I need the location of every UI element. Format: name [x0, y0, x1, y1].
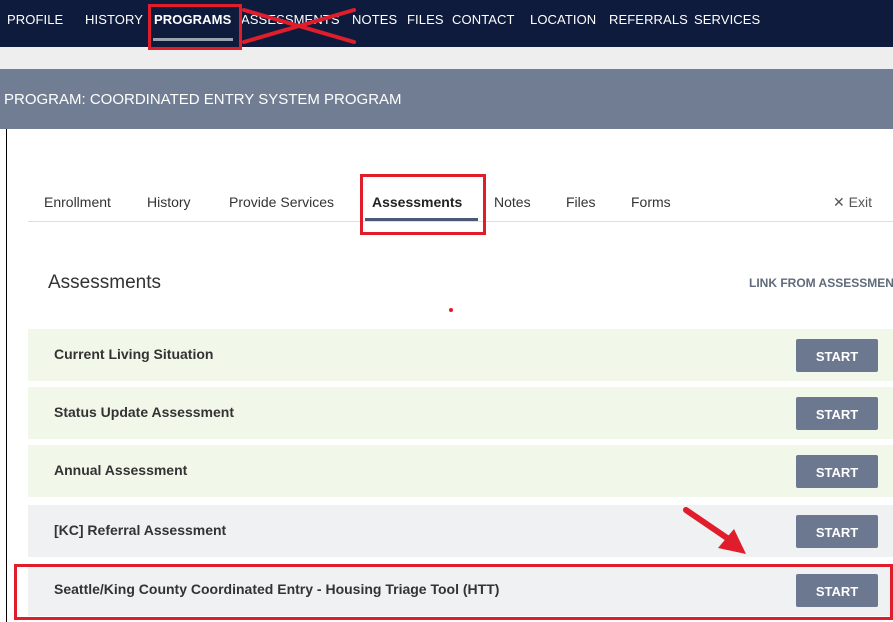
- assessment-name: Status Update Assessment: [54, 404, 234, 420]
- close-icon: ✕: [833, 194, 845, 210]
- top-nav-item-programs[interactable]: PROGRAMS: [154, 12, 231, 27]
- assessment-name: Current Living Situation: [54, 346, 214, 362]
- top-nav-item-referrals[interactable]: REFERRALS: [609, 12, 688, 27]
- top-nav-item-history[interactable]: HISTORY: [85, 12, 143, 27]
- tab-history[interactable]: History: [147, 194, 191, 210]
- tab-forms[interactable]: Forms: [631, 194, 671, 210]
- start-button[interactable]: START: [796, 574, 878, 607]
- assessment-row: Annual Assessment START: [28, 445, 893, 497]
- top-nav-item-assessments[interactable]: ASSESSMENTS: [241, 12, 340, 27]
- tabs-divider: [28, 221, 893, 222]
- assessments-title: Assessments: [48, 272, 161, 293]
- exit-label: Exit: [848, 194, 872, 210]
- assessment-row: Seattle/King County Coordinated Entry - …: [28, 564, 893, 616]
- top-nav-item-profile[interactable]: PROFILE: [7, 12, 63, 27]
- content-left-border: [6, 129, 7, 622]
- tab-provide-services[interactable]: Provide Services: [229, 194, 334, 210]
- start-button[interactable]: START: [796, 397, 878, 430]
- exit-button[interactable]: ✕ Exit: [833, 194, 872, 211]
- assessment-name: Annual Assessment: [54, 462, 188, 478]
- assessment-row: Status Update Assessment START: [28, 387, 893, 439]
- link-from-assessment-link[interactable]: LINK FROM ASSESSMENT: [749, 276, 893, 290]
- top-nav-item-notes[interactable]: NOTES: [352, 12, 397, 27]
- assessment-row: [KC] Referral Assessment START: [28, 505, 893, 557]
- tab-files[interactable]: Files: [566, 194, 596, 210]
- program-header: PROGRAM: COORDINATED ENTRY SYSTEM PROGRA…: [0, 69, 893, 129]
- top-nav: PROFILE HISTORY PROGRAMS ASSESSMENTS NOT…: [0, 0, 893, 47]
- start-button[interactable]: START: [796, 455, 878, 488]
- tab-enrollment[interactable]: Enrollment: [44, 194, 111, 210]
- tab-notes[interactable]: Notes: [494, 194, 531, 210]
- assessment-row: Current Living Situation START: [28, 329, 893, 381]
- assessment-name: Seattle/King County Coordinated Entry - …: [54, 581, 500, 597]
- top-nav-item-files[interactable]: FILES: [407, 12, 444, 27]
- start-button[interactable]: START: [796, 515, 878, 548]
- annotation-dot: [449, 308, 453, 312]
- top-nav-item-services[interactable]: SERVICES: [694, 12, 760, 27]
- start-button[interactable]: START: [796, 339, 878, 372]
- assessment-name: [KC] Referral Assessment: [54, 522, 227, 538]
- tab-assessments[interactable]: Assessments: [372, 194, 462, 210]
- top-nav-item-contact[interactable]: CONTACT: [452, 12, 515, 27]
- program-title: PROGRAM: COORDINATED ENTRY SYSTEM PROGRA…: [4, 91, 402, 108]
- active-nav-underline: [153, 38, 233, 41]
- top-nav-item-location[interactable]: LOCATION: [530, 12, 596, 27]
- nav-spacer-band: [0, 47, 893, 69]
